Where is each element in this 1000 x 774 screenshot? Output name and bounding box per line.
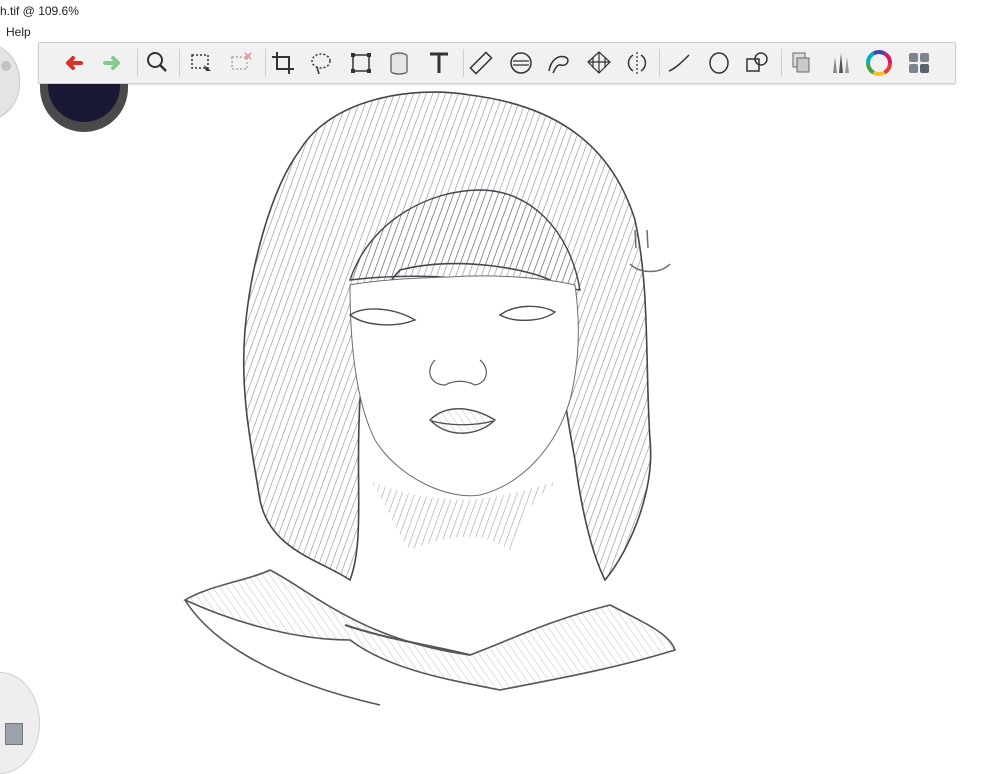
french-curve-icon[interactable] [543, 47, 575, 79]
clear-selection-icon[interactable] [225, 47, 257, 79]
ellipse-tool-icon[interactable] [703, 47, 735, 79]
magnifier-icon[interactable] [141, 47, 173, 79]
fill-bucket-icon[interactable] [383, 47, 415, 79]
ellipse-guide-icon[interactable] [505, 47, 537, 79]
transform-icon[interactable] [345, 47, 377, 79]
perspective-grid-icon[interactable] [583, 47, 615, 79]
text-icon[interactable] [423, 47, 455, 79]
ui-grid-icon[interactable] [903, 47, 935, 79]
title-bar: h.tif @ 109.6% [0, 0, 1000, 22]
layers-icon[interactable] [785, 47, 817, 79]
symmetry-icon[interactable] [621, 47, 653, 79]
menu-bar: Help [0, 22, 1000, 42]
window-title: h.tif @ 109.6% [0, 4, 79, 18]
redo-icon[interactable] [97, 47, 129, 79]
menu-help[interactable]: Help [6, 25, 31, 39]
brush-dot-icon [1, 61, 11, 71]
sketch-drawing [183, 91, 677, 706]
stroke-line-icon[interactable] [663, 47, 695, 79]
lasso-icon[interactable] [305, 47, 337, 79]
ruler-icon[interactable] [465, 47, 497, 79]
color-wheel-icon[interactable] [863, 47, 895, 79]
crop-icon[interactable] [267, 47, 299, 79]
shapes-icon[interactable] [741, 47, 773, 79]
layer-thumb-icon [5, 723, 23, 745]
brushes-icon[interactable] [825, 47, 857, 79]
selection-icon[interactable] [185, 47, 217, 79]
top-toolbar [38, 42, 956, 84]
undo-icon[interactable] [57, 47, 89, 79]
